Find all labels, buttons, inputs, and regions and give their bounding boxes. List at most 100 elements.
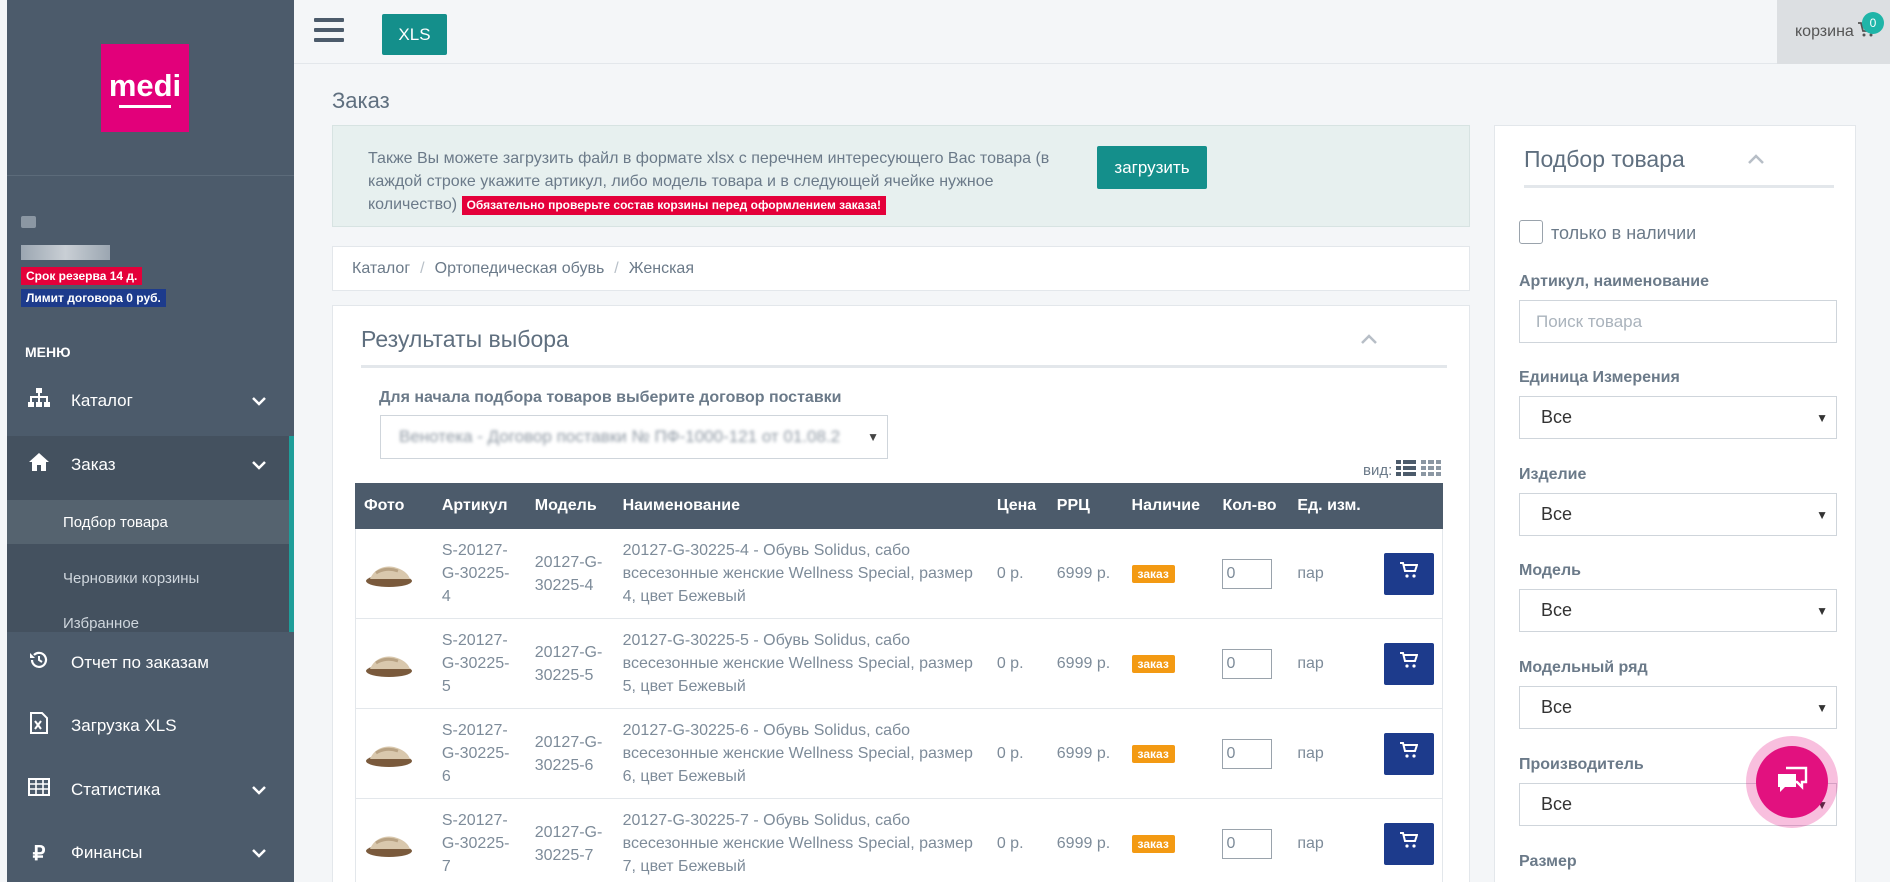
dropdown-arrow-icon: ▼ bbox=[1816, 700, 1828, 715]
price-cell: 0 р. bbox=[987, 708, 1049, 799]
product-photo[interactable] bbox=[364, 732, 414, 776]
add-to-cart-button[interactable] bbox=[1383, 822, 1434, 865]
chat-widget-button[interactable] bbox=[1746, 736, 1838, 828]
products-table: Фото Артикул Модель Наименование Цена РР… bbox=[355, 483, 1444, 882]
product-photo-cell bbox=[355, 528, 434, 619]
quantity-input[interactable] bbox=[1222, 558, 1273, 589]
sidebar-item-order-report[interactable]: Отчет по заказам bbox=[7, 634, 294, 692]
name-cell[interactable]: 20127-G-30225-5 - Обувь Solidus, сабо вс… bbox=[613, 618, 989, 709]
grid-view-icon[interactable] bbox=[1421, 460, 1441, 477]
sidebar-item-label: Статистика bbox=[71, 780, 161, 799]
product-type-filter-select[interactable]: Все ▼ bbox=[1519, 493, 1837, 536]
results-title: Результаты выбора bbox=[361, 326, 569, 352]
warning-badge: Обязательно проверьте состав корзины пер… bbox=[461, 196, 886, 215]
table-row: S-20127-G-30225-7 20127-G-30225-7 20127-G-… bbox=[355, 798, 1444, 882]
upload-button[interactable]: загрузить bbox=[1097, 146, 1207, 189]
chevron-up-icon[interactable] bbox=[1748, 151, 1764, 168]
add-to-cart-button[interactable] bbox=[1383, 552, 1434, 595]
article-cell: S-20127-G-30225-4 bbox=[432, 528, 527, 619]
model-filter-select[interactable]: Все ▼ bbox=[1519, 589, 1837, 632]
qty-cell bbox=[1213, 798, 1289, 882]
chevron-up-icon[interactable] bbox=[1361, 331, 1377, 348]
ruble-icon: ₽ bbox=[32, 842, 46, 865]
name-cell[interactable]: 20127-G-30225-7 - Обувь Solidus, сабо вс… bbox=[613, 798, 989, 882]
name-cell[interactable]: 20127-G-30225-4 - Обувь Solidus, сабо вс… bbox=[613, 528, 989, 619]
action-cell bbox=[1374, 708, 1444, 799]
select-value: Все bbox=[1541, 794, 1573, 814]
in-stock-checkbox[interactable] bbox=[1519, 220, 1543, 244]
sitemap-icon bbox=[27, 388, 51, 414]
sidebar-item-catalog[interactable]: Каталог bbox=[7, 372, 294, 430]
qty-cell bbox=[1213, 528, 1289, 619]
stock-cell: заказ bbox=[1122, 708, 1214, 799]
sidebar-item-statistics[interactable]: Статистика bbox=[7, 761, 294, 819]
col-name: Наименование bbox=[613, 483, 989, 529]
stock-badge: заказ bbox=[1131, 654, 1175, 673]
stock-badge: заказ bbox=[1131, 834, 1175, 853]
model-line-filter-select[interactable]: Все ▼ bbox=[1519, 686, 1837, 729]
quantity-input[interactable] bbox=[1222, 828, 1273, 859]
col-qty: Кол-во bbox=[1213, 483, 1290, 529]
dropdown-arrow-icon: ▼ bbox=[1816, 410, 1828, 425]
contract-label: Для начала подбора товаров выберите дого… bbox=[379, 389, 842, 406]
product-photo[interactable] bbox=[364, 822, 414, 866]
sidebar-item-label: Финансы bbox=[71, 843, 143, 862]
chevron-down-icon bbox=[252, 782, 266, 798]
medi-logo[interactable]: medi bbox=[101, 44, 189, 132]
breadcrumb-catalog[interactable]: Каталог bbox=[352, 260, 410, 278]
filter-title: Подбор товара bbox=[1524, 146, 1685, 172]
quantity-input[interactable] bbox=[1222, 648, 1273, 679]
cart-icon bbox=[1399, 652, 1419, 675]
sidebar-item-label: Загрузка XLS bbox=[71, 716, 177, 735]
quantity-input[interactable] bbox=[1222, 738, 1273, 769]
contract-select[interactable]: Венотека - Договор поставки № ПФ-1000-12… bbox=[380, 415, 888, 459]
col-article: Артикул bbox=[432, 483, 527, 529]
hamburger-menu-icon[interactable] bbox=[314, 18, 344, 46]
user-name-redacted bbox=[21, 245, 110, 260]
select-value: Все bbox=[1541, 600, 1573, 620]
sidebar-subitem-cart-drafts[interactable]: Черновики корзины bbox=[63, 570, 199, 587]
home-icon bbox=[27, 452, 51, 478]
cart-icon bbox=[1399, 742, 1419, 765]
add-to-cart-button[interactable] bbox=[1383, 732, 1434, 775]
sidebar-item-finance[interactable]: ₽ Финансы bbox=[7, 824, 294, 882]
stock-badge: заказ bbox=[1131, 744, 1175, 763]
add-to-cart-button[interactable] bbox=[1383, 642, 1434, 685]
product-photo[interactable] bbox=[364, 552, 414, 596]
xls-button[interactable]: XLS bbox=[382, 14, 447, 55]
stock-badge: заказ bbox=[1131, 564, 1175, 583]
product-search-input[interactable]: Поиск товара bbox=[1519, 300, 1837, 343]
col-photo: Фото bbox=[355, 483, 434, 529]
logo-text: medi bbox=[108, 68, 182, 103]
chat-icon bbox=[1776, 766, 1808, 799]
rrp-cell: 6999 р. bbox=[1047, 708, 1124, 799]
select-value: Все bbox=[1541, 697, 1573, 717]
breadcrumb-orthopedic-shoes[interactable]: Ортопедическая обувь bbox=[435, 260, 605, 278]
in-stock-label: только в наличии bbox=[1551, 223, 1697, 243]
sidebar-item-label: Каталог bbox=[71, 391, 133, 410]
sidebar-subitem-favorites[interactable]: Избранное bbox=[63, 615, 139, 632]
sidebar-subitem-product-selection[interactable]: Подбор товара bbox=[7, 500, 289, 544]
view-label: вид: bbox=[1363, 462, 1393, 479]
select-value: Все bbox=[1541, 407, 1573, 427]
model-cell: 20127-G-30225-7 bbox=[525, 798, 615, 882]
unit-filter-select[interactable]: Все ▼ bbox=[1519, 396, 1837, 439]
article-cell: S-20127-G-30225-6 bbox=[432, 708, 527, 799]
table-grid-icon bbox=[27, 778, 51, 802]
briefcase-icon bbox=[21, 216, 36, 228]
reserve-badge: Срок резерва 14 д. bbox=[21, 267, 143, 285]
product-photo-cell bbox=[355, 708, 434, 799]
cart-count-badge: 0 bbox=[1862, 12, 1884, 34]
name-cell[interactable]: 20127-G-30225-6 - Обувь Solidus, сабо вс… bbox=[613, 708, 989, 799]
sidebar-item-xls-upload[interactable]: Загрузка XLS bbox=[7, 697, 294, 755]
cart-label: корзина bbox=[1795, 23, 1854, 40]
list-view-icon[interactable] bbox=[1396, 460, 1416, 477]
product-photo[interactable] bbox=[364, 642, 414, 686]
sidebar-item-order[interactable]: Заказ bbox=[7, 436, 294, 494]
logo-area: medi bbox=[7, 0, 294, 176]
article-cell: S-20127-G-30225-7 bbox=[432, 798, 527, 882]
cart-button[interactable]: корзина 0 bbox=[1777, 0, 1890, 64]
col-action bbox=[1374, 483, 1444, 529]
product-photo-cell bbox=[355, 798, 434, 882]
model-cell: 20127-G-30225-4 bbox=[525, 528, 615, 619]
